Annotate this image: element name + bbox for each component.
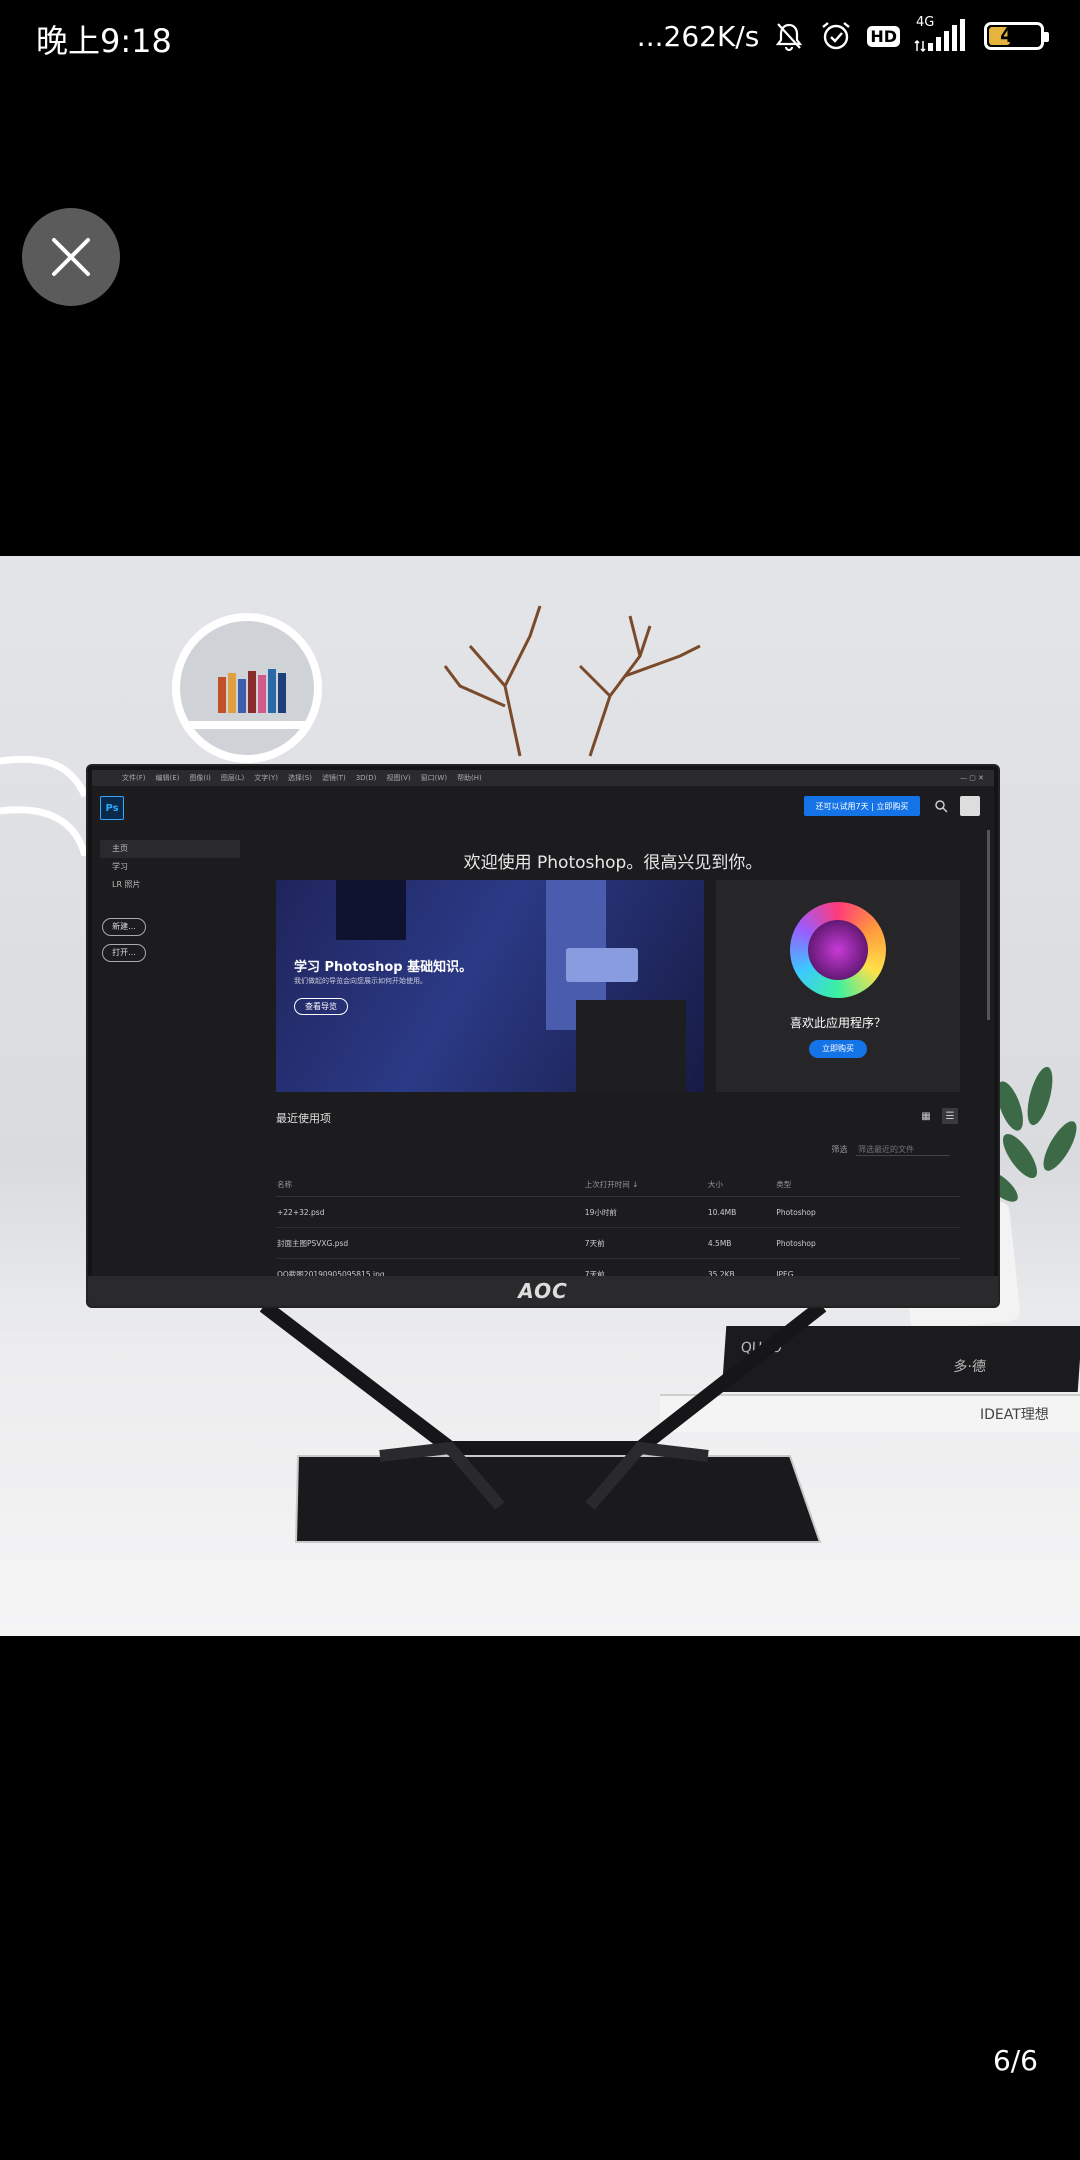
table-header: 名称 上次打开时间 ↓ 大小 类型	[276, 1172, 960, 1197]
battery-icon: 42	[984, 22, 1049, 50]
creative-cloud-icon	[790, 902, 886, 998]
ps-menu-item: 选择(S)	[288, 774, 312, 782]
table-header-cell: 名称	[276, 1172, 584, 1197]
table-header-cell: 类型	[775, 1172, 960, 1197]
alarm-icon	[822, 22, 851, 50]
table-header-cell: 大小	[706, 1172, 776, 1197]
table-cell: 10.4MB	[706, 1196, 776, 1228]
battery-percent: 42	[1000, 23, 1028, 47]
table-row: QQ截图20190905095815.jpg 7天前 35.2KB JPEG	[276, 1258, 960, 1276]
banner-window	[336, 880, 406, 940]
filter-label: 筛选	[831, 1145, 848, 1154]
table-row: +22+32.psd 19小时前 10.4MB Photoshop	[276, 1196, 960, 1228]
ps-sidebar: 主页 学习 LR 照片 新建... 打开...	[100, 840, 240, 962]
window-controls: — ▢ ✕	[960, 774, 984, 782]
hd-icon: HD	[867, 25, 900, 47]
page-indicator: 6/6	[992, 2044, 1038, 2077]
cc-buy-button: 立即购买	[809, 1040, 867, 1058]
banner-subtitle: 我们做起的导览会向您展示如何开始使用。	[294, 977, 427, 985]
network-speed: ...262K/s	[636, 19, 760, 53]
table-cell: JPEG	[775, 1258, 960, 1276]
status-bar: 晚上9:18 ...262K/s HD 4G 42	[0, 0, 1080, 72]
ps-menubar: 文件(F) 编辑(E) 图像(I) 图层(L) 文字(Y) 选择(S) 滤镜(T) 3D(D)…	[92, 770, 994, 786]
book-label: IDEAT理想	[980, 1407, 1049, 1423]
signal-icon: 4G	[914, 15, 970, 53]
shelf-book	[278, 673, 286, 713]
ps-buy-button: 还可以试用7天 | 立即购买	[804, 796, 920, 816]
ps-search-icon	[935, 800, 948, 813]
table-row: 封面主图PSVXG.psd 7天前 4.5MB Photoshop	[276, 1227, 960, 1259]
ps-menu-item: 文字(Y)	[254, 774, 279, 782]
ps-learn-banner: 学习 Photoshop 基础知识。 我们做起的导览会向您展示如何开始使用。 查…	[276, 880, 704, 1092]
monitor: 文件(F) 编辑(E) 图像(I) 图层(L) 文字(Y) 选择(S) 滤镜(T) 3D(D)…	[88, 766, 998, 1306]
monitor-chin: AOC	[88, 1276, 998, 1306]
ps-welcome-text: 欢迎使用 Photoshop。很高兴见到你。	[463, 853, 763, 873]
cc-question: 喜欢此应用程序？	[789, 1016, 886, 1030]
ps-menu-item: 帮助(H)	[457, 774, 482, 782]
banner-panel	[576, 1000, 686, 1092]
ps-menu-item: 编辑(E)	[155, 774, 180, 782]
ps-scrollbar	[987, 830, 990, 1020]
brand-logo: AOC	[518, 1279, 568, 1303]
status-time: 晚上9:18	[36, 22, 172, 60]
table-cell: +22+32.psd	[276, 1196, 584, 1228]
view-toggle: ▦ ☰	[918, 1108, 958, 1124]
shelf-book	[258, 675, 266, 713]
ps-menu-item: 图层(L)	[220, 774, 245, 782]
grid-view-icon: ▦	[921, 1110, 931, 1122]
shelf-book	[238, 679, 246, 713]
table-cell: QQ截图20190905095815.jpg	[276, 1258, 584, 1276]
shelf-book	[248, 671, 256, 713]
close-button[interactable]	[22, 208, 120, 306]
table-cell: Photoshop	[775, 1227, 960, 1259]
status-right: ...262K/s HD 4G 42	[636, 15, 1049, 56]
table-cell: Photoshop	[775, 1196, 960, 1228]
ps-logo-icon: Ps	[100, 796, 124, 820]
creative-cloud-inner	[808, 920, 868, 980]
mute-icon	[776, 23, 803, 52]
monitor-stand	[260, 1306, 827, 1543]
table-cell: 19小时前	[583, 1196, 707, 1228]
banner-tooltip	[566, 948, 638, 982]
banner-title: 学习 Photoshop 基础知识。	[294, 960, 473, 975]
table-cell: 7天前	[583, 1227, 707, 1259]
wall-shelf	[172, 613, 322, 763]
ps-cc-card: 喜欢此应用程序？ 立即购买	[716, 880, 960, 1092]
table-cell: 封面主图PSVXG.psd	[276, 1227, 584, 1259]
table-cell: 7天前	[583, 1258, 707, 1276]
book-label: 多·德	[952, 1359, 987, 1375]
close-icon	[52, 238, 90, 276]
ps-menu-item: 滤镜(T)	[321, 774, 346, 782]
table-header-cell: 上次打开时间 ↓	[583, 1172, 707, 1197]
list-view-icon: ☰	[942, 1108, 958, 1124]
shelf-board	[180, 721, 314, 729]
ps-avatar	[960, 796, 980, 816]
ps-menu-item: 视图(V)	[386, 774, 411, 782]
ps-menu-item: 文件(F)	[122, 774, 146, 782]
recent-files-table: 名称 上次打开时间 ↓ 大小 类型 +22+32.psd 19小时前 10.4MB Phot…	[276, 1172, 960, 1276]
ps-sidebar-item-lr: LR 照片	[112, 880, 141, 889]
ps-menu-item: 图像(I)	[189, 774, 211, 782]
table-cell: 4.5MB	[706, 1227, 776, 1259]
ps-open-button: 打开...	[102, 944, 146, 962]
monitor-screen: 文件(F) 编辑(E) 图像(I) 图层(L) 文字(Y) 选择(S) 滤镜(T) 3D(D)…	[92, 770, 994, 1276]
ps-filter: 筛选	[831, 1144, 950, 1156]
recent-title: 最近使用项	[276, 1112, 331, 1125]
ps-menu-item: 窗口(W)	[420, 774, 448, 782]
product-photo[interactable]: QUSO 多·德 IDEAT理想 文件(F) 编辑(E) 图像(I) 图层(L) 文字(…	[0, 556, 1080, 1636]
shelf-book	[228, 673, 236, 713]
banner-button: 查看导览	[294, 998, 348, 1015]
shelf-book	[268, 669, 276, 713]
table-cell: 35.2KB	[706, 1258, 776, 1276]
shelf-book	[218, 677, 226, 713]
filter-input	[856, 1144, 950, 1156]
ps-sidebar-item-learn: 学习	[112, 862, 128, 871]
ps-menu-item: 3D(D)	[355, 774, 377, 782]
table-body: +22+32.psd 19小时前 10.4MB Photoshop 封面主图PSVXG.…	[276, 1196, 960, 1276]
ps-new-button: 新建...	[102, 918, 146, 936]
ps-sidebar-item-home: 主页	[100, 840, 240, 858]
battery-tip	[1044, 32, 1049, 42]
